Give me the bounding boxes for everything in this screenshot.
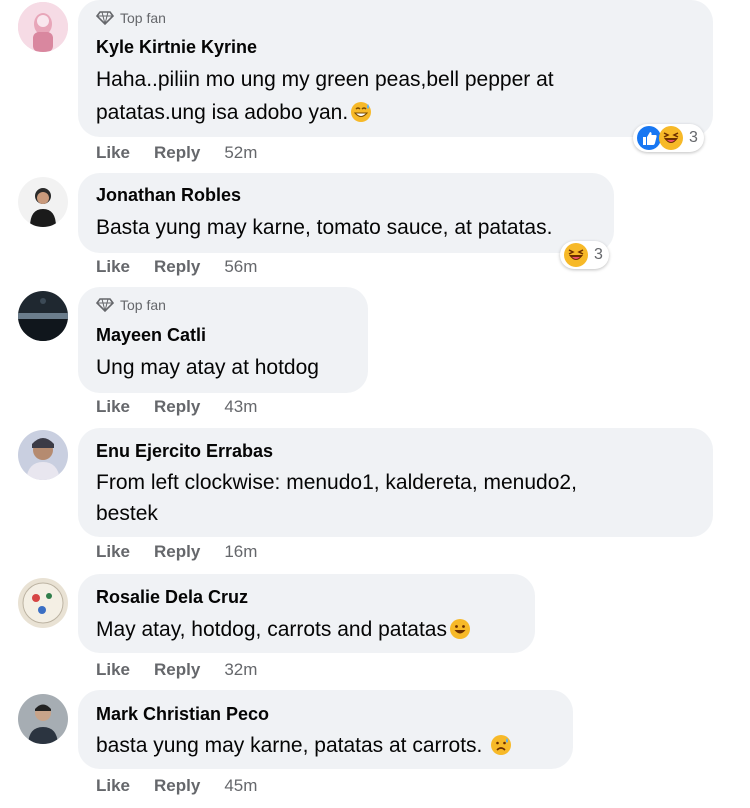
diamond-icon bbox=[96, 11, 114, 25]
reaction-summary[interactable]: 3 bbox=[560, 241, 609, 269]
comment-author[interactable]: Kyle Kirtnie Kyrine bbox=[96, 37, 257, 58]
comment-timestamp[interactable]: 52m bbox=[224, 143, 257, 163]
like-button[interactable]: Like bbox=[96, 542, 130, 562]
like-button[interactable]: Like bbox=[96, 397, 130, 417]
comment-author[interactable]: Rosalie Dela Cruz bbox=[96, 587, 248, 608]
reaction-count: 3 bbox=[594, 246, 603, 263]
sad-sweat-emoji-icon bbox=[490, 734, 512, 765]
smiling-emoji-icon bbox=[449, 618, 471, 649]
reply-button[interactable]: Reply bbox=[154, 143, 200, 163]
comment-bubble: Enu Ejercito Errabas From left clockwise… bbox=[78, 428, 713, 537]
avatar[interactable] bbox=[18, 694, 68, 744]
comment-text-line: basta yung may karne, patatas at carrots… bbox=[96, 730, 512, 765]
comment-bubble: Jonathan Robles Basta yung may karne, to… bbox=[78, 173, 614, 253]
comment-text: patatas.ung isa adobo yan. bbox=[96, 101, 349, 124]
comment-text: May atay, hotdog, carrots and patatas bbox=[96, 618, 447, 641]
comment-text-line: patatas.ung isa adobo yan. bbox=[96, 97, 372, 132]
top-fan-badge: Top fan bbox=[96, 10, 166, 26]
reply-button[interactable]: Reply bbox=[154, 776, 200, 796]
like-button[interactable]: Like bbox=[96, 257, 130, 277]
haha-reaction-icon bbox=[563, 242, 589, 268]
comment-timestamp[interactable]: 43m bbox=[224, 397, 257, 417]
comment-timestamp[interactable]: 16m bbox=[224, 542, 257, 562]
avatar[interactable] bbox=[18, 291, 68, 341]
reply-button[interactable]: Reply bbox=[154, 397, 200, 417]
comment-timestamp[interactable]: 45m bbox=[224, 776, 257, 796]
comment-author[interactable]: Mayeen Catli bbox=[96, 325, 206, 346]
comment-actions: Like Reply 32m bbox=[96, 660, 257, 680]
comment-text-line: Haha..piliin mo ung my green peas,bell p… bbox=[96, 68, 554, 91]
badge-label: Top fan bbox=[120, 10, 166, 26]
avatar[interactable] bbox=[18, 177, 68, 227]
comment-timestamp[interactable]: 56m bbox=[224, 257, 257, 277]
comment-actions: Like Reply 56m bbox=[96, 257, 257, 277]
comment-bubble: Rosalie Dela Cruz May atay, hotdog, carr… bbox=[78, 574, 535, 653]
comment-text-line: bestek bbox=[96, 502, 158, 525]
reaction-summary[interactable]: 3 bbox=[633, 124, 704, 152]
comment-text-line: From left clockwise: menudo1, kaldereta,… bbox=[96, 471, 577, 494]
comment-text-line: Basta yung may karne, tomato sauce, at p… bbox=[96, 216, 553, 239]
avatar[interactable] bbox=[18, 430, 68, 480]
like-button[interactable]: Like bbox=[96, 776, 130, 796]
avatar[interactable] bbox=[18, 2, 68, 52]
comment-text-line: May atay, hotdog, carrots and patatas bbox=[96, 614, 471, 649]
comment-author[interactable]: Mark Christian Peco bbox=[96, 704, 269, 725]
comment-actions: Like Reply 52m bbox=[96, 143, 257, 163]
comment-text-line: Ung may atay at hotdog bbox=[96, 356, 319, 379]
comment-actions: Like Reply 43m bbox=[96, 397, 257, 417]
badge-label: Top fan bbox=[120, 297, 166, 313]
comment-actions: Like Reply 16m bbox=[96, 542, 257, 562]
like-button[interactable]: Like bbox=[96, 143, 130, 163]
reply-button[interactable]: Reply bbox=[154, 542, 200, 562]
comment-author[interactable]: Enu Ejercito Errabas bbox=[96, 441, 273, 462]
grinning-sweat-emoji-icon bbox=[350, 101, 372, 132]
diamond-icon bbox=[96, 298, 114, 312]
comment-author[interactable]: Jonathan Robles bbox=[96, 185, 241, 206]
comment-text: basta yung may karne, patatas at carrots… bbox=[96, 734, 489, 757]
like-button[interactable]: Like bbox=[96, 660, 130, 680]
reaction-count: 3 bbox=[689, 129, 698, 146]
reply-button[interactable]: Reply bbox=[154, 660, 200, 680]
top-fan-badge: Top fan bbox=[96, 297, 166, 313]
reply-button[interactable]: Reply bbox=[154, 257, 200, 277]
comment-bubble: Top fan Kyle Kirtnie Kyrine Haha..piliin… bbox=[78, 0, 713, 137]
comment-bubble: Mark Christian Peco basta yung may karne… bbox=[78, 690, 573, 769]
avatar[interactable] bbox=[18, 578, 68, 628]
comment-bubble: Top fan Mayeen Catli Ung may atay at hot… bbox=[78, 287, 368, 393]
haha-reaction-icon bbox=[658, 125, 684, 151]
comment-actions: Like Reply 45m bbox=[96, 776, 257, 796]
comment-timestamp[interactable]: 32m bbox=[224, 660, 257, 680]
